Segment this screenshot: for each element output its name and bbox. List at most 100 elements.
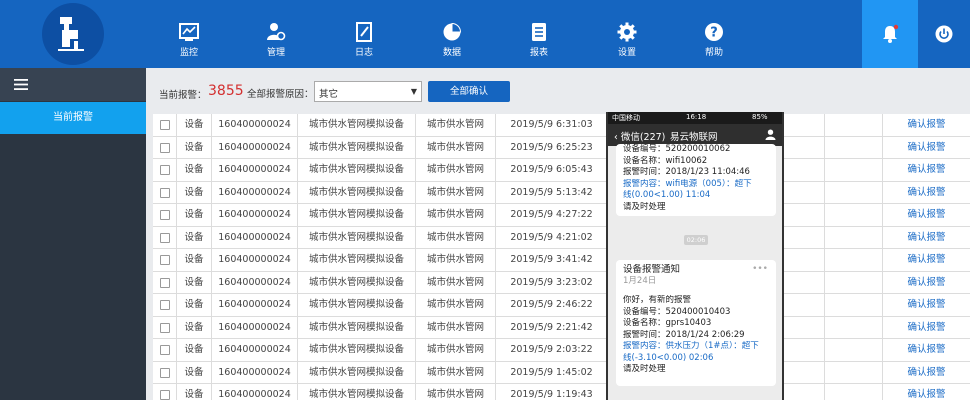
device-group-cell: 城市供水管网 (416, 271, 496, 294)
confirm-all-button[interactable]: 全部确认 (428, 81, 510, 102)
row-checkbox[interactable] (160, 210, 170, 220)
row-checkbox[interactable] (160, 187, 170, 198)
confirm-alarm-link[interactable]: 确认报警 (883, 317, 970, 340)
confirm-alarm-link[interactable]: 确认报警 (883, 384, 970, 400)
wechat-back-button[interactable]: ‹ 微信(227) (614, 129, 665, 143)
pie-chart-icon (443, 22, 462, 41)
device-group-cell: 城市供水管网 (416, 226, 496, 249)
confirm-alarm-link[interactable]: 确认报警 (883, 339, 970, 362)
row-checkbox[interactable] (160, 232, 170, 243)
table-row: 设备 160400000024 城市供水管网模拟设备 城市供水管网 2019/5/9 1… (153, 384, 970, 400)
alarm-time-cell: 2019/5/9 4:27:22 (496, 204, 608, 227)
device-type-cell: 设备 (177, 204, 212, 227)
nav-log[interactable]: 日志 (334, 0, 394, 68)
nav-report[interactable]: 报表 (509, 0, 569, 68)
row-select-cell (153, 159, 177, 182)
confirm-alarm-link[interactable]: 确认报警 (883, 114, 970, 137)
dropdown-arrow-icon: ▼ (410, 87, 417, 96)
device-group-cell: 城市供水管网 (416, 249, 496, 272)
row-checkbox[interactable] (160, 322, 170, 333)
bell-icon (883, 24, 899, 43)
alarm-reason-select[interactable]: 其它 ▼ (314, 81, 422, 102)
row-checkbox[interactable] (160, 390, 170, 400)
row-select-cell (153, 339, 177, 362)
empty-cell (825, 361, 883, 384)
table-row: 设备 160400000024 城市供水管网模拟设备 城市供水管网 2019/5/9 2… (153, 294, 970, 317)
message-line: 设备名称：wifi10062 (623, 155, 708, 166)
alarm-time-cell: 2019/5/9 2:03:22 (496, 339, 608, 362)
device-id-cell: 160400000024 (212, 114, 298, 137)
table-row: 设备 160400000024 城市供水管网模拟设备 城市供水管网 2019/5/9 6… (153, 159, 970, 182)
logout-button[interactable] (918, 0, 970, 68)
device-type-cell: 设备 (177, 271, 212, 294)
phone-wechat-screenshot: 中国移动 16:18 85% ‹ 微信(227) 易云物联网 设备编号：5202… (606, 112, 784, 400)
device-id-cell: 160400000024 (212, 181, 298, 204)
device-name-cell: 城市供水管网模拟设备 (298, 204, 416, 227)
top-bar: 监控 管理 日志 数据 报表 设置 ? 帮助 (0, 0, 970, 68)
row-checkbox[interactable] (160, 345, 170, 355)
gear-icon (617, 22, 637, 42)
sidebar-item-current-alarm[interactable]: 当前报警 (0, 102, 146, 134)
nav-help[interactable]: ? 帮助 (684, 0, 744, 68)
device-type-cell: 设备 (177, 294, 212, 317)
alarm-bell-button[interactable] (862, 0, 918, 68)
user-profile-icon[interactable] (765, 129, 776, 140)
device-id-cell: 160400000024 (212, 384, 298, 400)
confirm-alarm-link[interactable]: 确认报警 (883, 137, 970, 160)
more-options-icon[interactable]: ••• (752, 264, 768, 274)
device-name-cell: 城市供水管网模拟设备 (298, 384, 416, 400)
alarm-time-cell: 2019/5/9 6:31:03 (496, 114, 608, 137)
confirm-alarm-link[interactable]: 确认报警 (883, 272, 970, 295)
nav-label: 日志 (354, 48, 373, 58)
menu-toggle-button[interactable] (0, 68, 146, 101)
message-line: 设备名称：gprs10403 (623, 318, 712, 328)
device-type-cell: 设备 (177, 114, 212, 137)
app-logo[interactable] (42, 3, 104, 65)
phone-battery: 85% (752, 113, 768, 121)
phone-carrier: 中国移动 (612, 114, 640, 122)
row-checkbox[interactable] (160, 165, 170, 175)
row-checkbox[interactable] (160, 255, 170, 265)
confirm-alarm-link[interactable]: 确认报警 (883, 182, 970, 205)
row-checkbox[interactable] (160, 120, 170, 130)
message-line: 报警内容：wifi电源（005）：超下 (623, 178, 752, 189)
empty-cell (825, 316, 883, 339)
alarm-time-cell: 2019/5/9 3:23:02 (496, 271, 608, 294)
nav-data[interactable]: 数据 (422, 0, 482, 68)
device-name-cell: 城市供水管网模拟设备 (298, 271, 416, 294)
message-line: 请及时处理 (623, 201, 666, 212)
confirm-alarm-link[interactable]: 确认报警 (883, 249, 970, 272)
confirm-alarm-link[interactable]: 确认报警 (883, 227, 970, 250)
device-name-cell: 城市供水管网模拟设备 (298, 181, 416, 204)
nav-manage[interactable]: 管理 (246, 0, 306, 68)
message-date: 1月24日 (623, 275, 657, 286)
device-name-cell: 城市供水管网模拟设备 (298, 114, 416, 137)
row-checkbox[interactable] (160, 367, 170, 378)
toolbar: 当前报警： 3855 全部报警原因： 其它 ▼ 全部确认 (146, 68, 970, 112)
nav-monitor[interactable]: 监控 (159, 0, 219, 68)
device-name-cell: 城市供水管网模拟设备 (298, 136, 416, 159)
confirm-alarm-link[interactable]: 确认报警 (883, 294, 970, 317)
alarm-count: 3855 (208, 83, 244, 99)
alarm-time-cell: 2019/5/9 3:41:42 (496, 249, 608, 272)
row-select-cell (153, 294, 177, 317)
row-checkbox[interactable] (160, 277, 170, 288)
table-row: 设备 160400000024 城市供水管网模拟设备 城市供水管网 2019/5/9 2… (153, 316, 970, 340)
row-select-cell (153, 114, 177, 137)
phone-time: 16:18 (686, 113, 707, 121)
nav-settings[interactable]: 设置 (597, 0, 657, 68)
row-checkbox[interactable] (160, 300, 170, 310)
nav-label: 设置 (617, 48, 636, 58)
device-type-cell: 设备 (177, 361, 212, 384)
row-checkbox[interactable] (160, 142, 170, 153)
table-row: 设备 160400000024 城市供水管网模拟设备 城市供水管网 2019/5/9 5… (153, 181, 970, 205)
alarm-table: 设备 160400000024 城市供水管网模拟设备 城市供水管网 2019/5/9 6… (153, 114, 970, 400)
confirm-alarm-link[interactable]: 确认报警 (883, 204, 970, 227)
row-select-cell (153, 226, 177, 249)
device-group-cell: 城市供水管网 (416, 204, 496, 227)
table-row: 设备 160400000024 城市供水管网模拟设备 城市供水管网 2019/5/9 2… (153, 339, 970, 362)
empty-cell (825, 339, 883, 362)
confirm-alarm-link[interactable]: 确认报警 (883, 362, 970, 385)
power-icon (935, 25, 953, 43)
confirm-alarm-link[interactable]: 确认报警 (883, 159, 970, 182)
